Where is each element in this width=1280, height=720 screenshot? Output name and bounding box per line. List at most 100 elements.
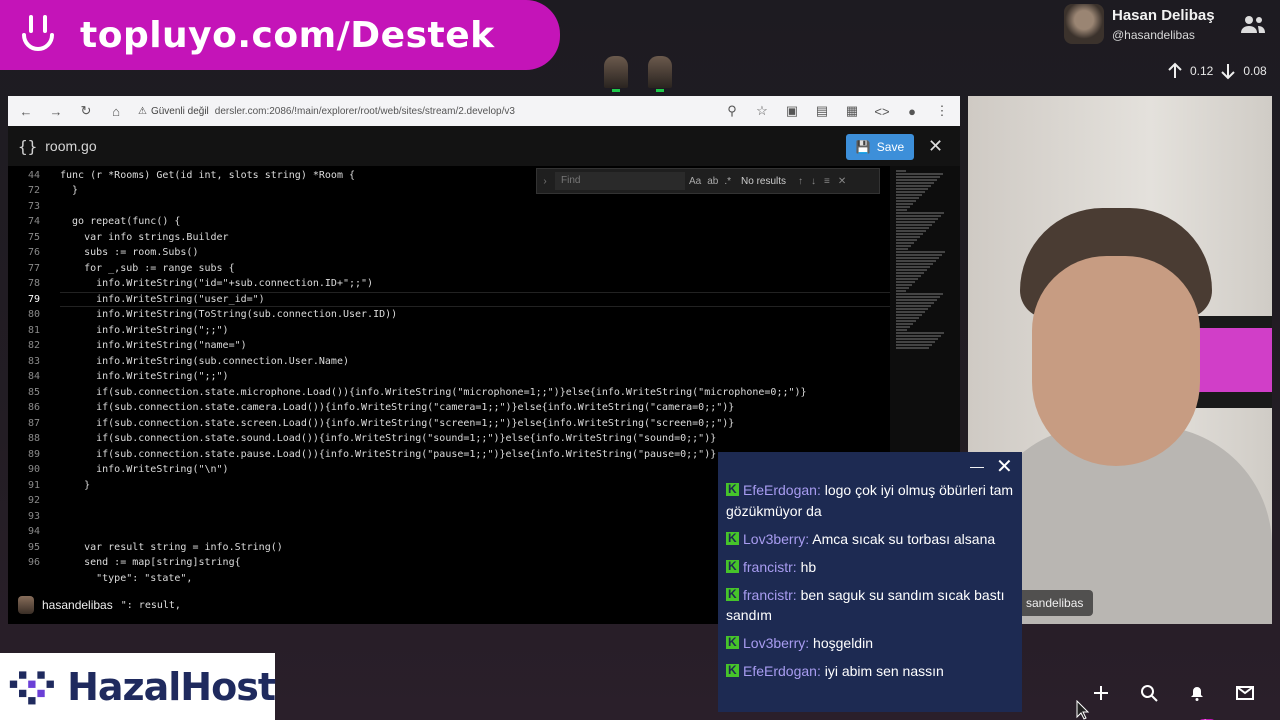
code-line[interactable]: 75 var info strings.Builder: [8, 230, 890, 246]
minimap-row: [896, 209, 907, 211]
code-line[interactable]: 74 go repeat(func() {: [8, 214, 890, 230]
find-input[interactable]: Find: [555, 172, 685, 190]
line-number: 44: [27, 170, 40, 181]
minimap-row: [896, 224, 932, 226]
code-line[interactable]: 73: [8, 199, 890, 215]
chat-username[interactable]: francistr:: [743, 559, 797, 575]
regex-icon[interactable]: .*: [724, 176, 731, 187]
menu-icon[interactable]: ⋮: [934, 103, 950, 119]
arrow-down-icon[interactable]: ↓: [811, 176, 816, 187]
mouse-cursor-icon: [1076, 700, 1090, 720]
chat-username[interactable]: Lov3berry:: [743, 531, 809, 547]
code-text[interactable]: send := map[string]string{: [60, 555, 241, 571]
code-text[interactable]: var result string = info.String(): [60, 540, 283, 556]
save-button[interactable]: 💾 Save: [846, 134, 914, 160]
chat-message: EfeErdogan: logo çok iyi olmuş öbürleri …: [718, 479, 1022, 521]
url-text[interactable]: dersler.com:2086/!main/explorer/root/web…: [215, 106, 515, 117]
address-bar[interactable]: ⚠ Güvenli değil dersler.com:2086/!main/e…: [138, 100, 710, 122]
chat-username[interactable]: EfeErdogan:: [743, 663, 821, 679]
close-icon[interactable]: ✕: [928, 136, 943, 157]
code-line[interactable]: 77 for _,sub := range subs {: [8, 261, 890, 277]
code-text[interactable]: if(sub.connection.state.pause.Load()){in…: [60, 447, 716, 463]
code-text[interactable]: }: [60, 183, 78, 199]
chevron-right-icon[interactable]: ›: [537, 176, 553, 187]
match-case-icon[interactable]: Aa: [689, 176, 701, 187]
minimap-row: [896, 305, 931, 307]
code-text[interactable]: for _,sub := range subs {: [60, 261, 235, 277]
chat-username[interactable]: francistr:: [743, 587, 797, 603]
reading-list-icon[interactable]: ▤: [814, 103, 830, 119]
arrow-up-icon[interactable]: ↑: [798, 176, 803, 187]
code-text[interactable]: if(sub.connection.state.microphone.Load(…: [60, 385, 806, 401]
code-text[interactable]: info.WriteString("user_id="): [60, 292, 265, 308]
code-line[interactable]: 88 if(sub.connection.state.sound.Load())…: [8, 431, 890, 447]
code-line[interactable]: 84 info.WriteString(";;"): [8, 369, 890, 385]
code-line[interactable]: 76 subs := room.Subs(): [8, 245, 890, 261]
participant-avatar[interactable]: [604, 56, 628, 92]
code-text[interactable]: if(sub.connection.state.sound.Load()){in…: [60, 431, 716, 447]
plus-icon[interactable]: [1092, 684, 1110, 702]
reload-icon[interactable]: ↻: [78, 103, 94, 119]
code-text[interactable]: var info strings.Builder: [60, 230, 229, 246]
forward-icon[interactable]: →: [48, 103, 64, 119]
code-text[interactable]: }: [60, 478, 90, 494]
code-line[interactable]: 81 info.WriteString(";;"): [8, 323, 890, 339]
code-line[interactable]: 85 if(sub.connection.state.microphone.Lo…: [8, 385, 890, 401]
chat-username[interactable]: EfeErdogan:: [743, 482, 821, 498]
people-icon[interactable]: [1240, 14, 1266, 34]
download-rate: 0.08: [1243, 64, 1267, 78]
code-text[interactable]: info.WriteString(sub.connection.User.Nam…: [60, 354, 349, 370]
code-text[interactable]: info.WriteString("\n"): [60, 462, 228, 478]
minimap-row: [896, 269, 927, 271]
minimap-row: [896, 347, 929, 349]
code-line[interactable]: 79 info.WriteString("user_id="): [8, 292, 890, 308]
code-text[interactable]: subs := room.Subs(): [60, 245, 198, 261]
line-number: 72: [27, 185, 40, 196]
extensions-icon[interactable]: ▣: [784, 103, 800, 119]
security-indicator[interactable]: ⚠ Güvenli değil: [138, 106, 209, 117]
minimize-icon[interactable]: —: [970, 458, 984, 474]
code-text[interactable]: info.WriteString("id="+sub.connection.ID…: [60, 276, 373, 292]
back-icon[interactable]: ←: [18, 103, 34, 119]
participant-avatar[interactable]: [648, 56, 672, 92]
minimap-row: [896, 332, 944, 334]
code-text[interactable]: info.WriteString(";;"): [60, 369, 228, 385]
profile-card[interactable]: Hasan Delibaş @hasandelibas: [1064, 4, 1215, 44]
code-text[interactable]: if(sub.connection.state.camera.Load()){i…: [60, 400, 734, 416]
minimap-row: [896, 188, 928, 190]
account-icon[interactable]: ●: [904, 103, 920, 119]
mail-icon[interactable]: [1236, 684, 1254, 702]
whole-word-icon[interactable]: ab: [707, 176, 718, 187]
home-icon[interactable]: ⌂: [108, 103, 124, 119]
code-line[interactable]: 87 if(sub.connection.state.screen.Load()…: [8, 416, 890, 432]
code-line[interactable]: 78 info.WriteString("id="+sub.connection…: [8, 276, 890, 292]
code-text[interactable]: info.WriteString(";;"): [60, 323, 228, 339]
chat-message: francistr: hb: [718, 556, 1022, 578]
search-icon[interactable]: [1140, 684, 1158, 702]
close-icon[interactable]: ✕: [996, 454, 1013, 479]
close-icon[interactable]: ✕: [838, 176, 846, 187]
chat-username[interactable]: Lov3berry:: [743, 635, 809, 651]
code-text[interactable]: func (r *Rooms) Get(id int, slots string…: [60, 168, 355, 184]
code-text[interactable]: go repeat(func() {: [60, 214, 180, 230]
selection-icon[interactable]: ≡: [824, 176, 830, 187]
apps-icon[interactable]: ▦: [844, 103, 860, 119]
chat-text: Amca sıcak su torbası alsana: [812, 530, 996, 547]
code-text[interactable]: if(sub.connection.state.screen.Load()){i…: [60, 416, 734, 432]
code-line[interactable]: 83 info.WriteString(sub.connection.User.…: [8, 354, 890, 370]
devtools-icon[interactable]: <>: [874, 103, 890, 119]
code-line[interactable]: 82 info.WriteString("name="): [8, 338, 890, 354]
minimap-row: [896, 311, 925, 313]
code-text[interactable]: info.WriteString(ToString(sub.connection…: [60, 307, 397, 323]
code-line[interactable]: 86 if(sub.connection.state.camera.Load()…: [8, 400, 890, 416]
arrow-up-icon: [1168, 62, 1182, 78]
code-text[interactable]: "type": "state",: [60, 571, 192, 587]
code-text[interactable]: info.WriteString("name="): [60, 338, 247, 354]
star-icon[interactable]: ☆: [754, 103, 770, 119]
sponsor-logo: HazalHost: [0, 653, 276, 720]
zoom-icon[interactable]: ⚲: [724, 103, 740, 119]
code-line[interactable]: 80 info.WriteString(ToString(sub.connect…: [8, 307, 890, 323]
bell-icon[interactable]: 9+: [1188, 684, 1216, 720]
chat-message: Lov3berry: hoşgeldin: [718, 632, 1022, 654]
chat-text: hoşgeldin: [813, 635, 873, 651]
